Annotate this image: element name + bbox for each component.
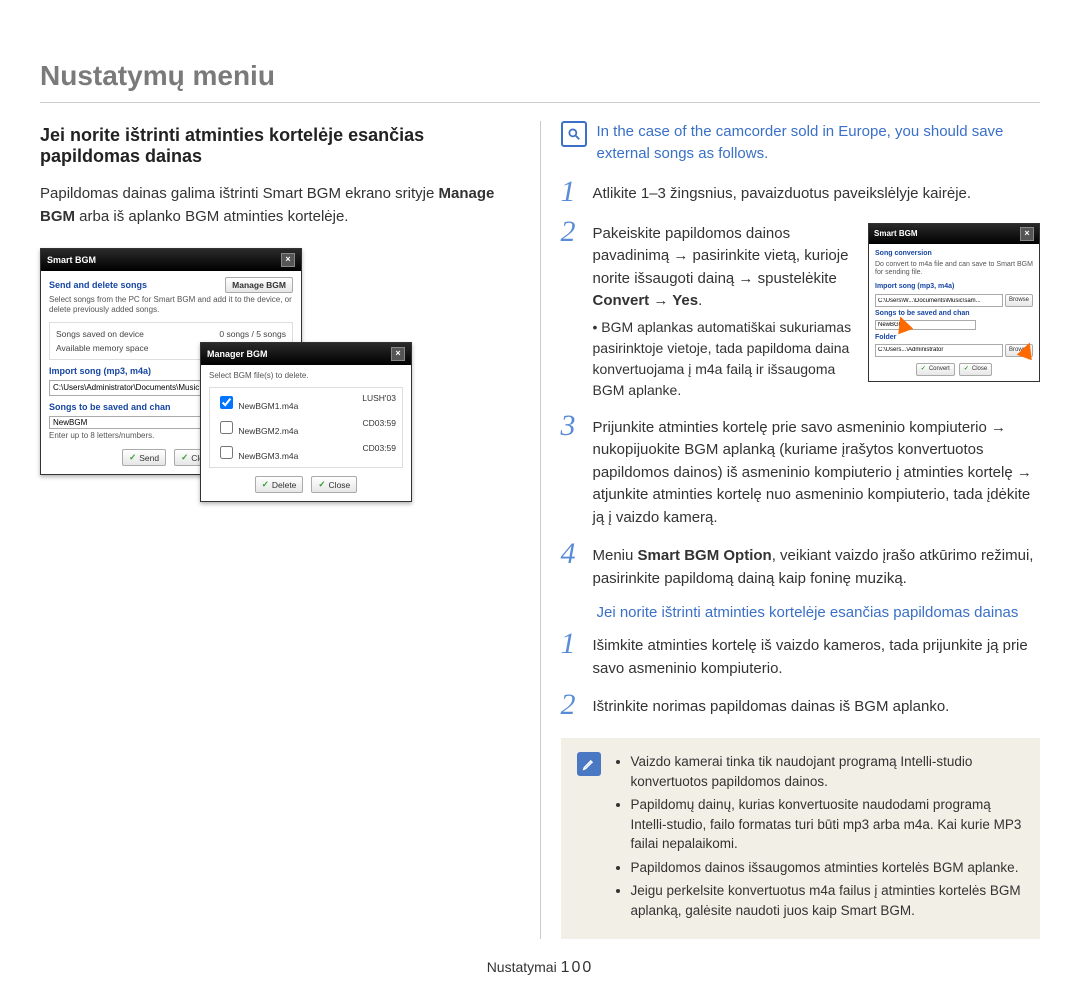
europe-note: In the case of the camcorder sold in Eur… — [561, 121, 1041, 165]
mock2-title: Smart BGM — [874, 228, 918, 240]
step-number: 1 — [561, 629, 581, 659]
pencil-icon — [577, 752, 601, 776]
mock2-path[interactable] — [875, 294, 1003, 307]
mock-convert-window: Smart BGM × Song conversion Do convert to… — [868, 223, 1040, 382]
right-column: In the case of the camcorder sold in Eur… — [540, 121, 1041, 939]
page-number: 100 — [561, 959, 594, 976]
section-title: Jei norite ištrinti atminties kortelėje … — [40, 125, 520, 167]
file1-dur: LUSH'03 — [362, 393, 396, 412]
delete-steps: 1 Išimkite atminties kortelę iš vaizdo k… — [561, 625, 1041, 726]
footer-label: Nustatymai — [487, 959, 561, 975]
send-button[interactable]: ✓Send — [122, 449, 166, 466]
delete-button[interactable]: ✓Delete — [255, 476, 304, 493]
step-number: 3 — [561, 411, 581, 441]
step-2-bold: Convert → Yes — [593, 292, 699, 309]
step-3-text: Prijunkite atminties kortelę prie savo a… — [593, 411, 1041, 530]
step-2-sub: • BGM aplankas automatiškai sukuriamas p… — [593, 317, 859, 401]
step-1-text: Atlikite 1–3 žingsnius, pavaizduotus pav… — [593, 177, 1041, 206]
footer: Nustatymai 100 — [40, 959, 1040, 977]
intro-text: Papildomas dainas galima ištrinti Smart … — [40, 185, 438, 202]
mock2-browse[interactable]: Browse — [1005, 294, 1033, 307]
step-number: 2 — [561, 690, 581, 720]
mem-space-label: Available memory space — [56, 343, 148, 353]
magnifier-icon — [561, 121, 587, 147]
intro-paragraph: Papildomas dainas galima ištrinti Smart … — [40, 183, 520, 228]
europe-note-text: In the case of the camcorder sold in Eur… — [597, 121, 1041, 165]
file1-check[interactable] — [220, 396, 233, 409]
close-icon[interactable]: × — [391, 347, 405, 361]
file3-check[interactable] — [220, 446, 233, 459]
mock2-folder: Folder — [875, 333, 1033, 344]
note-3: Papildomos dainos išsaugomos atminties k… — [631, 858, 1025, 878]
mock2-sec2: Import song (mp3, m4a) — [875, 282, 1033, 293]
file2-name: NewBGM2.m4a — [238, 426, 298, 436]
step-2-text: Pakeiskite papildomos dainos pavadinimą … — [593, 225, 849, 287]
left-column: Jei norite ištrinti atminties kortelėje … — [40, 121, 520, 939]
title-divider — [40, 102, 1040, 103]
songs-saved-value: 0 songs / 5 songs — [219, 329, 286, 339]
songs-saved-label: Songs saved on device — [56, 329, 144, 339]
send-delete-label: Send and delete songs — [49, 280, 147, 290]
close-icon[interactable]: × — [1020, 227, 1034, 241]
close-button-3[interactable]: ✓Close — [959, 363, 992, 376]
manage-bgm-button[interactable]: Manage BGM — [225, 277, 293, 293]
note-2: Papildomų dainų, kurias konvertuosite na… — [631, 795, 1025, 854]
file1-name: NewBGM1.m4a — [238, 401, 298, 411]
close-button-2[interactable]: ✓Close — [311, 476, 357, 493]
close-icon[interactable]: × — [281, 253, 295, 267]
steps-list: 1 Atlikite 1–3 žingsnius, pavaizduotus p… — [561, 173, 1041, 597]
file3-name: NewBGM3.m4a — [238, 451, 298, 461]
dstep-1: Išimkite atminties kortelę iš vaizdo kam… — [593, 629, 1041, 680]
save-head: Songs to be saved and chan — [49, 402, 171, 412]
step-number: 2 — [561, 217, 581, 247]
mock-app-container: Smart BGM × Send and delete songs Manage… — [40, 248, 340, 475]
mock2-sec1: Song conversion — [875, 249, 1033, 260]
convert-button[interactable]: ✓Convert — [916, 363, 955, 376]
manager-bgm-window: Manager BGM × Select BGM file(s) to dele… — [200, 342, 412, 502]
mock2-song[interactable] — [875, 320, 976, 330]
desc-2: Select BGM file(s) to delete. — [209, 371, 403, 381]
desc-1: Select songs from the PC for Smart BGM a… — [49, 295, 293, 316]
dstep-2: Ištrinkite norimas papildomas dainas iš … — [593, 690, 1041, 719]
intro-rest: arba iš aplanko BGM atminties kortelėje. — [75, 208, 348, 225]
mock2-desc: Do convert to m4a file and can save to S… — [875, 261, 1033, 278]
delete-subheading: Jei norite ištrinti atminties kortelėje … — [597, 604, 1041, 621]
mock2-fpath[interactable] — [875, 344, 1003, 357]
step-4-text: Meniu Smart BGM Option, veikiant vaizdo … — [593, 539, 1041, 590]
page-title: Nustatymų meniu — [40, 60, 1040, 92]
file2-check[interactable] — [220, 421, 233, 434]
note-1: Vaizdo kamerai tinka tik naudojant progr… — [631, 752, 1025, 791]
step-number: 1 — [561, 177, 581, 207]
window-title: Smart BGM — [47, 255, 96, 265]
window-titlebar: Smart BGM × — [41, 249, 301, 271]
file2-dur: CD03:59 — [362, 418, 396, 437]
notes-box: Vaizdo kamerai tinka tik naudojant progr… — [561, 738, 1041, 939]
section-head-1: Send and delete songs Manage BGM — [49, 277, 293, 293]
file3-dur: CD03:59 — [362, 443, 396, 462]
step-number: 4 — [561, 539, 581, 569]
page: Nustatymų meniu Jei norite ištrinti atmi… — [0, 0, 1080, 997]
note-4: Jeigu perkelsite konvertuotus m4a failus… — [631, 881, 1025, 920]
import-head: Import song (mp3, m4a) — [49, 366, 151, 376]
window2-title: Manager BGM — [207, 349, 268, 359]
